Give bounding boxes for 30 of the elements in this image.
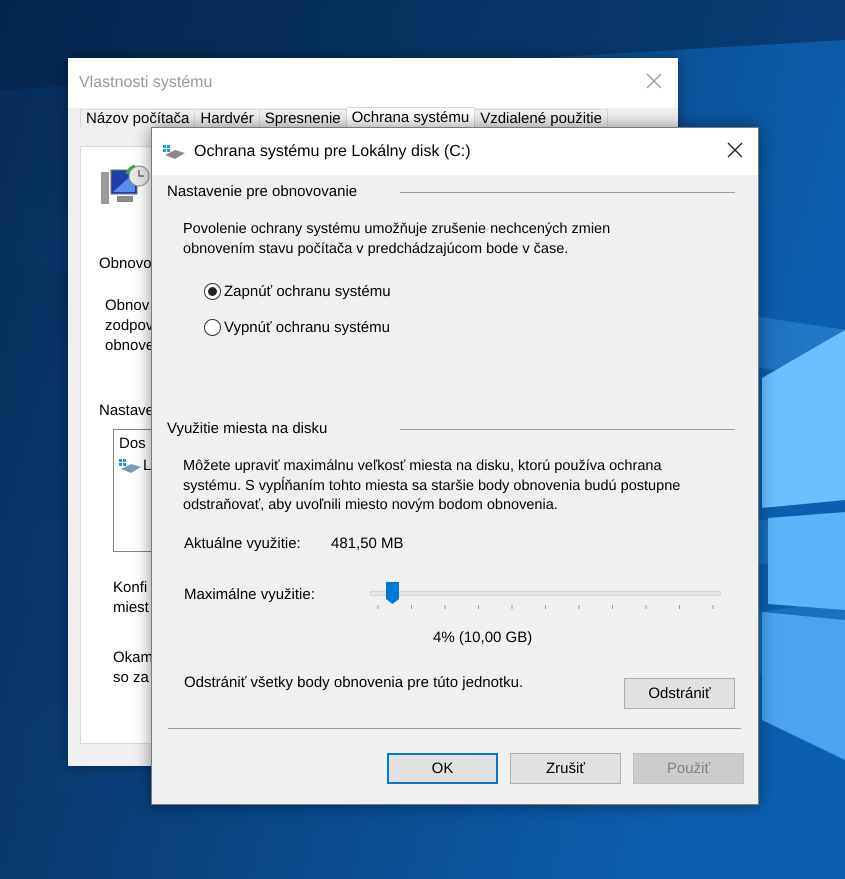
- tab[interactable]: Vzdialené použitie: [474, 109, 608, 128]
- usage-slider[interactable]: [370, 582, 721, 608]
- field-label: Maximálne využitie:: [184, 586, 316, 603]
- delete-text: Odstrániť všetky body obnovenia pre túto jednotku.: [184, 672, 524, 692]
- tab[interactable]: Názov počítača: [80, 109, 196, 128]
- usage-value: 481,50 MB: [331, 534, 404, 554]
- description-text: Môžete upraviť maximálnu veľkosť miesta na disku, ktorú používa ochrana systému. S vypĺňaním tohto miesta sa staršie body obnovenia budú postupne odstraňovať, aby uvoľnili miesto novým bodom obnovenia.: [183, 457, 680, 515]
- delete-button[interactable]: Odstrániť: [624, 678, 735, 708]
- usage-reading: 4% (10,00 GB): [433, 628, 534, 648]
- section-heading: Obnovo: [99, 254, 152, 274]
- section-heading: Nastavenie pre obnovovanie: [167, 182, 358, 202]
- radio-button[interactable]: [204, 318, 221, 336]
- cancel-button[interactable]: Zrušiť: [510, 752, 621, 784]
- window-title: Ochrana systému pre Lokálny disk (C:): [194, 142, 472, 160]
- radio-button[interactable]: [204, 282, 221, 300]
- field-label: Aktuálne využitie:: [184, 534, 302, 554]
- tab[interactable]: Spresnenie: [258, 109, 347, 128]
- description-text: Povolenie ochrany systému umožňuje zrušenie nechcených zmien obnovením stavu počítača v predchádzajúcom bode v čase.: [183, 220, 610, 258]
- tab[interactable]: Ochrana systému: [346, 107, 476, 128]
- window-title: Vlastnosti systému: [79, 74, 212, 92]
- radio-label[interactable]: Vypnúť ochranu systému: [224, 318, 390, 336]
- section-heading: Nastave: [99, 401, 154, 421]
- drive-icon: [163, 144, 185, 158]
- slider-thumb[interactable]: [386, 582, 399, 604]
- column-header: Dos: [119, 434, 146, 454]
- drive-icon: [119, 459, 141, 473]
- ok-button[interactable]: OK: [387, 752, 498, 784]
- radio-label[interactable]: Zapnúť ochranu systému: [224, 282, 391, 300]
- list-item[interactable]: L: [143, 456, 152, 476]
- paragraph: Konfi miest: [113, 578, 149, 618]
